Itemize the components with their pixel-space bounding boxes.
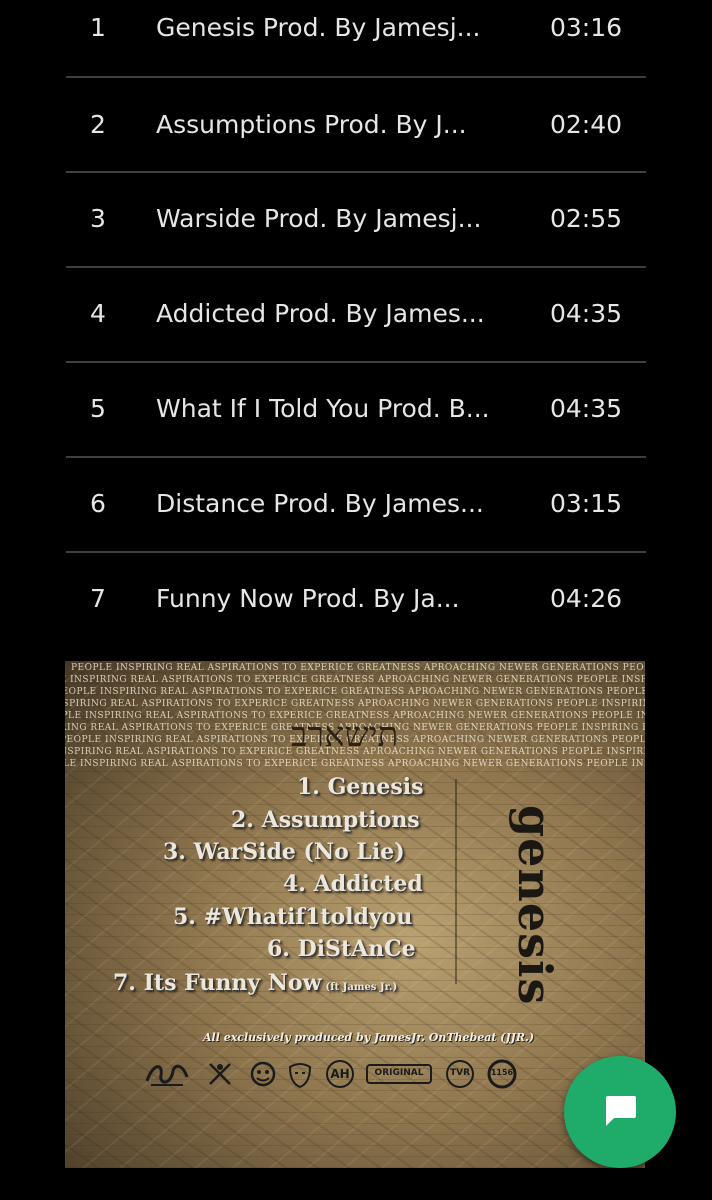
signature-logo-icon <box>143 1059 191 1089</box>
cover-banner-text: PEOPLE INSPIRING REAL ASPIRATIONS TO EXP… <box>65 759 645 769</box>
track-row[interactable]: 4 Addicted Prod. By James... 04:35 <box>66 268 646 363</box>
cover-song: 2. Assumptions <box>231 807 420 833</box>
chat-bubble-icon <box>600 1090 640 1134</box>
track-title: Distance Prod. By James... <box>156 489 484 518</box>
cover-song: 7. Its Funny Now (ft James Jr.) <box>113 970 397 996</box>
track-number: 3 <box>90 204 106 233</box>
cross-figure-icon <box>205 1059 235 1089</box>
track-title: What If I Told You Prod. B... <box>156 394 490 423</box>
track-duration: 03:15 <box>550 489 623 518</box>
track-title: Warside Prod. By Jamesj... <box>156 204 482 233</box>
track-row[interactable]: 2 Assumptions Prod. By J... 02:40 <box>66 78 646 173</box>
track-row[interactable]: 1 Genesis Prod. By Jamesj... 03:16 <box>66 0 646 78</box>
cover-banner-text: PEOPLE INSPIRING REAL ASPIRATIONS TO EXP… <box>71 663 645 673</box>
mask-icon <box>287 1059 313 1089</box>
ah-logo-label: AH <box>330 1067 350 1081</box>
track-number: 2 <box>90 110 106 139</box>
track-number: 5 <box>90 394 106 423</box>
cover-banner-text: PEOPLE INSPIRING REAL ASPIRATIONS TO EXP… <box>65 687 645 697</box>
cover-song: 3. WarSide (No Lie) <box>163 839 405 865</box>
track-list: 1 Genesis Prod. By Jamesj... 03:16 2 Ass… <box>66 0 646 646</box>
track-row[interactable]: 6 Distance Prod. By James... 03:15 <box>66 458 646 553</box>
track-number: 7 <box>90 584 106 613</box>
track-row[interactable]: 7 Funny Now Prod. By Ja... 04:26 <box>66 553 646 646</box>
track-row[interactable]: 3 Warside Prod. By Jamesj... 02:55 <box>66 173 646 268</box>
cover-banner-text: PEOPLE INSPIRING REAL ASPIRATIONS TO EXP… <box>65 675 645 685</box>
face-emblem-icon <box>247 1059 279 1089</box>
album-cover: PEOPLE INSPIRING REAL ASPIRATIONS TO EXP… <box>65 661 645 1168</box>
track-duration: 03:16 <box>550 13 623 42</box>
cover-song-feat: (ft James Jr.) <box>325 982 398 993</box>
track-duration: 04:35 <box>550 394 623 423</box>
cover-song-label: 3. WarSide (No Lie) <box>163 839 405 865</box>
chat-button[interactable] <box>564 1056 676 1168</box>
original-logo: ORIGINAL <box>365 1059 433 1089</box>
track-row[interactable]: 5 What If I Told You Prod. B... 04:35 <box>66 363 646 458</box>
cover-divider <box>455 779 457 984</box>
cover-hebrew-title: תישארב <box>291 715 399 755</box>
cover-song-label: 1. Genesis <box>297 774 424 800</box>
track-duration: 04:26 <box>550 584 623 613</box>
track-duration: 02:55 <box>550 204 623 233</box>
track-duration: 04:35 <box>550 299 623 328</box>
cover-song: 1. Genesis <box>297 774 424 800</box>
cover-song: 4. Addicted <box>283 871 423 897</box>
track-number: 6 <box>90 489 106 518</box>
cover-song-label: 5. #Whatif1toldyou <box>173 904 413 930</box>
track-title: Addicted Prod. By James... <box>156 299 485 328</box>
cover-banner-text: PEOPLE INSPIRING REAL ASPIRATIONS TO EXP… <box>65 699 645 709</box>
cover-song: 6. DiStAnCe <box>267 936 416 962</box>
tvr-logo: TVR <box>443 1059 477 1089</box>
number-logo-label: 1156 <box>490 1068 514 1077</box>
cover-credits: All exclusively produced by JamesJr. OnT… <box>203 1031 535 1044</box>
track-number: 4 <box>90 299 106 328</box>
cover-song-label: 7. Its Funny Now <box>113 970 322 996</box>
track-title: Assumptions Prod. By J... <box>156 110 467 139</box>
track-number: 1 <box>90 13 106 42</box>
cover-song-label: 6. DiStAnCe <box>267 936 416 962</box>
number-logo: 1156 <box>485 1059 519 1089</box>
cover-song-label: 2. Assumptions <box>231 807 420 833</box>
track-title: Genesis Prod. By Jamesj... <box>156 13 481 42</box>
cover-song-label: 4. Addicted <box>283 871 423 897</box>
cover-logos: AH ORIGINAL TVR 1156 <box>143 1059 523 1093</box>
cover-vertical-title: genesis <box>508 805 562 1006</box>
original-logo-label: ORIGINAL <box>374 1068 424 1078</box>
tvr-logo-label: TVR <box>449 1068 471 1078</box>
track-title: Funny Now Prod. By Ja... <box>156 584 460 613</box>
ah-logo: AH <box>323 1059 357 1089</box>
cover-song: 5. #Whatif1toldyou <box>173 904 412 930</box>
track-duration: 02:40 <box>550 110 623 139</box>
